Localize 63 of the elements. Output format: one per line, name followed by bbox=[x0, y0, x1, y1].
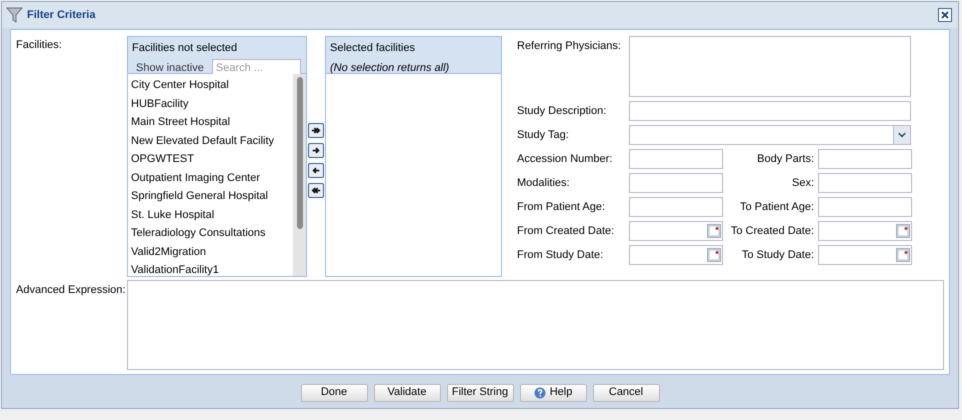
dialog-button[interactable]: Cancel bbox=[592, 384, 660, 402]
field-label: Referring Physicians: bbox=[517, 39, 622, 54]
field-label: From Created Date: bbox=[517, 224, 616, 239]
list-item[interactable]: HUBFacility bbox=[131, 94, 293, 113]
list-item[interactable]: Valid2Migration bbox=[131, 242, 293, 261]
field-label: Modalities: bbox=[517, 176, 571, 191]
field-label: Study Tag: bbox=[517, 128, 570, 143]
selection-note: (No selection returns all) bbox=[330, 60, 450, 76]
advanced-expression-field[interactable] bbox=[126, 280, 944, 370]
double-arrow-right-icon[interactable] bbox=[308, 123, 324, 138]
calendar-icon[interactable] bbox=[707, 224, 721, 238]
input-field[interactable] bbox=[818, 173, 912, 193]
list-item[interactable]: OPGWTEST bbox=[131, 150, 293, 168]
window-title: Filter Criteria bbox=[27, 8, 96, 23]
list-item[interactable]: St. Luke Hospital bbox=[131, 206, 293, 224]
input-field[interactable] bbox=[818, 149, 912, 169]
input-field[interactable] bbox=[629, 149, 723, 169]
field-label: From Patient Age: bbox=[517, 200, 606, 215]
input-field[interactable] bbox=[818, 197, 912, 217]
field-label: Accession Number: bbox=[517, 152, 614, 167]
dialog-button[interactable]: Filter String bbox=[446, 384, 514, 402]
chevron-down-icon bbox=[893, 126, 910, 144]
list-item[interactable]: New Elevated Default Facility bbox=[131, 132, 293, 150]
text-area[interactable] bbox=[629, 36, 911, 97]
arrow-right-icon[interactable] bbox=[308, 143, 324, 158]
close-button[interactable] bbox=[938, 8, 952, 22]
input-field[interactable] bbox=[629, 173, 723, 193]
help-icon bbox=[534, 386, 546, 398]
field-label: Study Description: bbox=[517, 104, 608, 119]
date-field[interactable] bbox=[629, 221, 723, 241]
list-header: Selected facilities bbox=[330, 41, 416, 56]
list-item[interactable]: City Center Hospital bbox=[131, 76, 293, 94]
calendar-icon[interactable] bbox=[707, 248, 721, 262]
facilities-label: Facilities: bbox=[16, 38, 63, 53]
list-item[interactable]: Teleradiology Consultations bbox=[131, 224, 293, 242]
arrow-left-icon[interactable] bbox=[308, 163, 324, 178]
field-label: From Study Date: bbox=[517, 248, 604, 263]
calendar-icon[interactable] bbox=[896, 224, 910, 238]
scrollbar[interactable] bbox=[293, 74, 306, 276]
list-item[interactable]: Main Street Hospital bbox=[131, 113, 293, 132]
field-label: To Patient Age: bbox=[739, 200, 815, 215]
list-item[interactable]: Outpatient Imaging Center bbox=[131, 168, 293, 187]
date-field[interactable] bbox=[629, 245, 723, 265]
show-inactive-label: Show inactive bbox=[136, 60, 204, 76]
date-field[interactable] bbox=[818, 221, 912, 241]
calendar-icon[interactable] bbox=[896, 248, 910, 262]
advanced-expression-label: Advanced Expression: bbox=[16, 283, 126, 298]
list-header: Facilities not selected bbox=[132, 41, 238, 56]
input-field[interactable] bbox=[629, 101, 911, 121]
list-item[interactable]: Springfield General Hospital bbox=[131, 187, 293, 206]
help-button[interactable]: Help bbox=[520, 384, 586, 402]
funnel-icon bbox=[6, 6, 23, 24]
date-field[interactable] bbox=[818, 245, 912, 265]
field-label: Sex: bbox=[790, 176, 815, 191]
dialog-button[interactable]: Validate bbox=[374, 384, 440, 402]
field-label: To Created Date: bbox=[730, 224, 815, 239]
input-field[interactable] bbox=[629, 197, 723, 217]
list-item[interactable]: ValidationFacility1 bbox=[131, 261, 293, 276]
field-label: To Study Date: bbox=[740, 248, 815, 263]
dialog-button[interactable]: Done bbox=[300, 384, 368, 402]
double-arrow-left-icon[interactable] bbox=[308, 183, 324, 198]
dropdown-field[interactable] bbox=[629, 125, 911, 145]
field-label: Body Parts: bbox=[756, 152, 815, 167]
